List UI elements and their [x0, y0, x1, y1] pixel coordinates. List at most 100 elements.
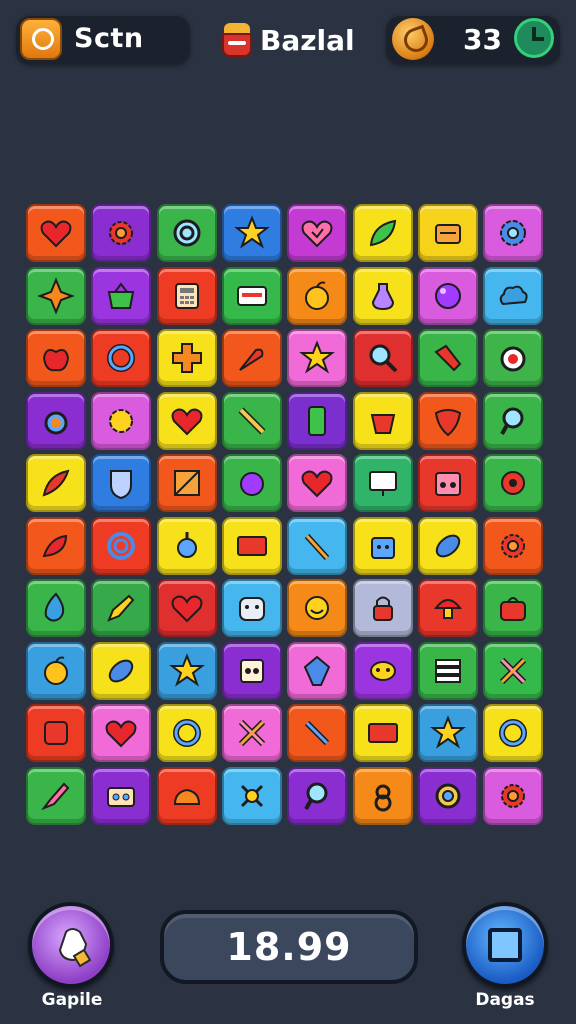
phone-icon	[308, 405, 327, 436]
tile[interactable]	[417, 641, 478, 700]
tile[interactable]	[156, 266, 217, 325]
tile[interactable]	[26, 204, 86, 262]
tile[interactable]	[417, 579, 478, 637]
tile[interactable]	[91, 704, 152, 762]
tile[interactable]	[156, 454, 217, 512]
timer-icon[interactable]	[514, 18, 554, 58]
tile[interactable]	[91, 641, 152, 700]
tile[interactable]	[91, 329, 152, 387]
tile[interactable]	[156, 766, 217, 825]
tile[interactable]	[287, 266, 348, 325]
tile[interactable]	[91, 391, 152, 450]
tile[interactable]	[156, 391, 217, 450]
tile[interactable]	[26, 329, 86, 387]
booster-button[interactable]	[28, 902, 114, 988]
tile[interactable]	[156, 704, 217, 762]
tile[interactable]	[352, 641, 413, 700]
tile[interactable]	[483, 641, 544, 700]
tile[interactable]	[352, 766, 413, 825]
tile[interactable]	[287, 516, 348, 575]
tile[interactable]	[287, 579, 348, 637]
carrot-icon	[239, 348, 264, 371]
tile[interactable]	[221, 641, 282, 700]
tile[interactable]	[91, 454, 152, 512]
brush-icon	[41, 782, 70, 810]
tile[interactable]	[26, 704, 86, 762]
ring-icon	[172, 719, 201, 747]
tile[interactable]	[156, 516, 217, 575]
tile[interactable]	[156, 204, 217, 262]
tile[interactable]	[417, 516, 478, 575]
tile[interactable]	[287, 766, 348, 825]
heart-face-icon	[301, 220, 333, 248]
tile[interactable]	[417, 766, 478, 825]
avatar-icon[interactable]	[20, 18, 62, 60]
tile[interactable]	[483, 391, 544, 450]
tile[interactable]	[221, 516, 282, 575]
tile[interactable]	[287, 454, 348, 512]
tile[interactable]	[221, 766, 282, 825]
tile[interactable]	[352, 329, 413, 387]
tile[interactable]	[221, 329, 282, 387]
tile[interactable]	[417, 266, 478, 325]
ring-icon	[499, 719, 528, 747]
tile[interactable]	[483, 266, 544, 325]
tile[interactable]	[91, 516, 152, 575]
tile[interactable]	[26, 391, 86, 450]
tile[interactable]	[483, 766, 544, 825]
tile[interactable]	[352, 266, 413, 325]
score-display: 18.99	[160, 910, 418, 984]
tile[interactable]	[221, 204, 282, 262]
tile[interactable]	[352, 579, 413, 637]
tile[interactable]	[417, 454, 478, 512]
pages-button[interactable]	[462, 902, 548, 988]
profile-label: Sctn	[74, 23, 144, 54]
tile[interactable]	[352, 204, 413, 262]
tile[interactable]	[483, 579, 544, 637]
tile[interactable]	[91, 579, 152, 637]
tile[interactable]	[91, 766, 152, 825]
tile[interactable]	[287, 391, 348, 450]
tile[interactable]	[417, 329, 478, 387]
tile[interactable]	[352, 704, 413, 762]
tile[interactable]	[26, 516, 86, 575]
tile[interactable]	[221, 454, 282, 512]
tile[interactable]	[26, 266, 86, 325]
tile[interactable]	[156, 579, 217, 637]
tile[interactable]	[91, 266, 152, 325]
tile[interactable]	[417, 391, 478, 450]
tile[interactable]	[287, 704, 348, 762]
tile[interactable]	[287, 204, 348, 262]
tile[interactable]	[91, 204, 152, 262]
tile[interactable]	[417, 704, 478, 762]
tile[interactable]	[483, 204, 544, 262]
rect-icon	[236, 535, 267, 556]
tile[interactable]	[221, 266, 282, 325]
tile[interactable]	[483, 516, 544, 575]
tile[interactable]	[26, 579, 86, 637]
tile[interactable]	[26, 766, 86, 825]
tile[interactable]	[352, 391, 413, 450]
tile[interactable]	[26, 454, 86, 512]
tile[interactable]	[352, 516, 413, 575]
feather-icon	[42, 469, 70, 497]
q-ring-icon	[173, 219, 201, 247]
tile[interactable]	[483, 454, 544, 512]
profile-panel[interactable]: Sctn	[16, 14, 190, 64]
tile[interactable]	[26, 641, 86, 700]
tile[interactable]	[156, 329, 217, 387]
tile[interactable]	[156, 641, 217, 700]
tile[interactable]	[221, 704, 282, 762]
tile[interactable]	[483, 329, 544, 387]
tile[interactable]	[287, 329, 348, 387]
lock-icon	[372, 596, 393, 621]
tile[interactable]	[287, 641, 348, 700]
coins-panel[interactable]: 33	[386, 14, 560, 64]
tile[interactable]	[352, 454, 413, 512]
heart-icon	[301, 470, 333, 498]
tile[interactable]	[417, 204, 478, 262]
tile[interactable]	[221, 579, 282, 637]
tile[interactable]	[221, 391, 282, 450]
eye-icon	[435, 783, 461, 808]
tile[interactable]	[483, 704, 544, 762]
